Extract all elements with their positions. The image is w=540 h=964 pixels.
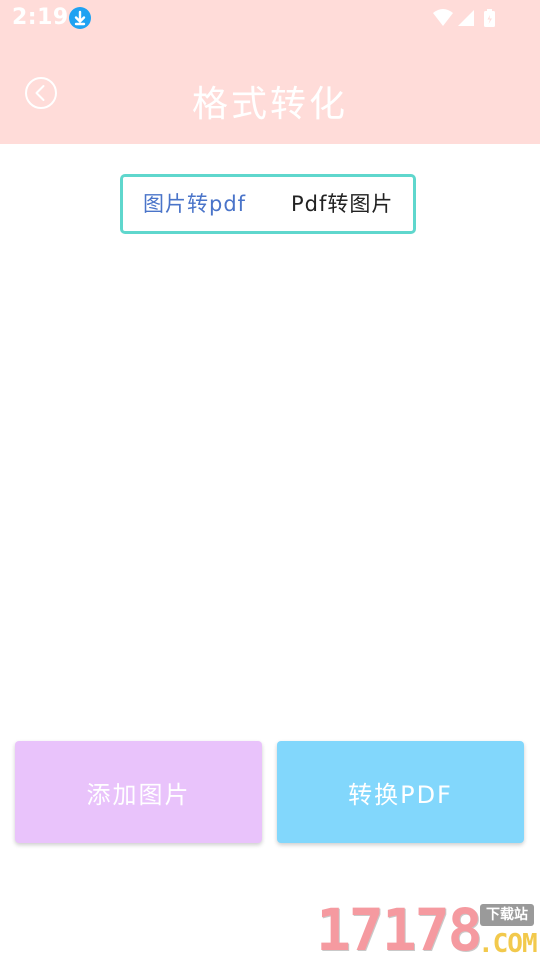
page-title: 格式转化: [191, 84, 348, 125]
app-bar: 格式转化: [0, 36, 540, 144]
signal-icon: [458, 10, 474, 26]
add-images-button[interactable]: 添加图片: [15, 741, 262, 843]
site-watermark: 17178 下载站 .COM: [316, 900, 540, 960]
tab-image-to-pdf[interactable]: 图片转pdf: [143, 177, 246, 231]
download-icon: [69, 7, 91, 29]
battery-icon: [484, 9, 495, 27]
watermark-domain: .COM: [478, 929, 538, 959]
system-icons: [432, 8, 502, 28]
conversion-mode-tabs: 图片转pdf Pdf转图片: [120, 174, 416, 234]
watermark-digits: 17178: [316, 896, 483, 964]
convert-pdf-button[interactable]: 转换PDF: [277, 741, 524, 843]
watermark-tag: 下载站: [480, 904, 534, 926]
wifi-icon: [433, 9, 453, 26]
status-time: 2:19: [12, 5, 69, 30]
tab-pdf-to-image[interactable]: Pdf转图片: [291, 177, 393, 231]
status-bar: 2:19: [0, 0, 540, 36]
